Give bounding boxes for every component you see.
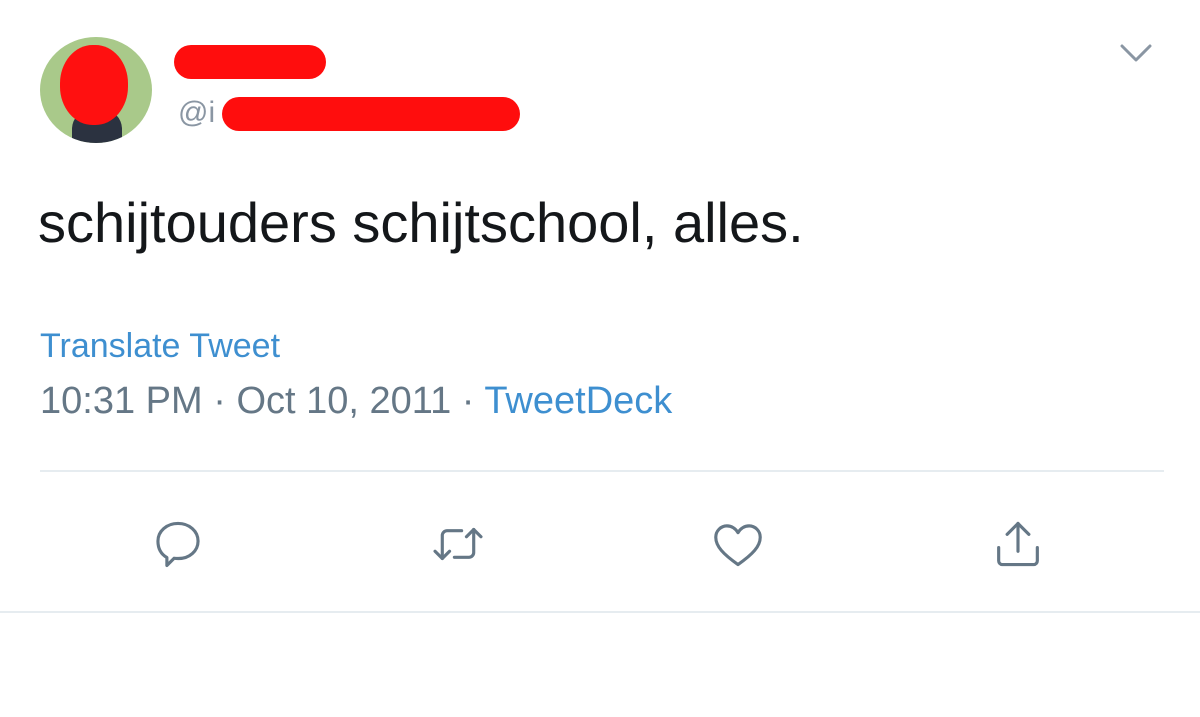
retweet-icon [433, 527, 483, 561]
retweet-button[interactable] [426, 512, 490, 576]
reply-button[interactable] [146, 512, 210, 576]
divider [40, 470, 1164, 472]
handle-redaction [222, 97, 520, 131]
avatar-redaction [60, 45, 128, 125]
meta-separator: · [202, 380, 237, 422]
handle-prefix: @i [178, 96, 216, 129]
like-button[interactable] [706, 512, 770, 576]
tweet-source-link[interactable]: TweetDeck [484, 380, 672, 422]
avatar[interactable] [40, 37, 152, 143]
reply-icon [156, 521, 200, 568]
chevron-down-icon[interactable] [1116, 38, 1156, 68]
display-name-redaction[interactable] [174, 45, 326, 79]
tweet-card: @i schijtouders schijtschool, alles. Tra… [0, 0, 1200, 717]
user-handle[interactable]: @i [178, 96, 215, 130]
like-icon [714, 524, 762, 567]
translate-tweet-link[interactable]: Translate Tweet [40, 326, 280, 366]
share-button[interactable] [986, 512, 1050, 576]
divider [0, 611, 1200, 613]
meta-separator: · [451, 380, 485, 422]
tweet-date[interactable]: Oct 10, 2011 [236, 380, 451, 422]
tweet-text: schijtouders schijtschool, alles. [38, 191, 804, 254]
share-icon [997, 521, 1039, 567]
tweet-meta: 10:31 PM · Oct 10, 2011 · TweetDeck [40, 378, 672, 424]
tweet-time[interactable]: 10:31 PM [40, 380, 203, 422]
